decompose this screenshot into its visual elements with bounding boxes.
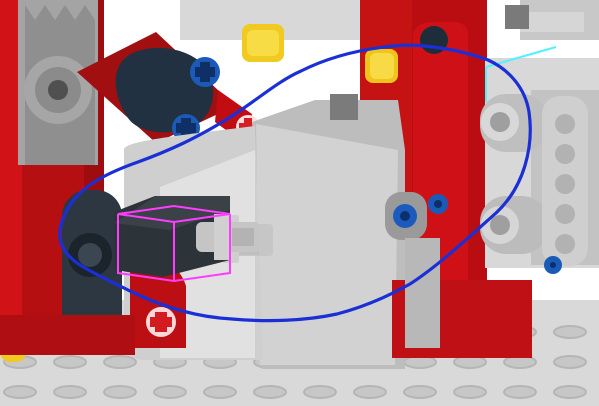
lego-3d-viewport[interactable] — [0, 0, 599, 406]
scene-canvas[interactable] — [0, 0, 599, 406]
